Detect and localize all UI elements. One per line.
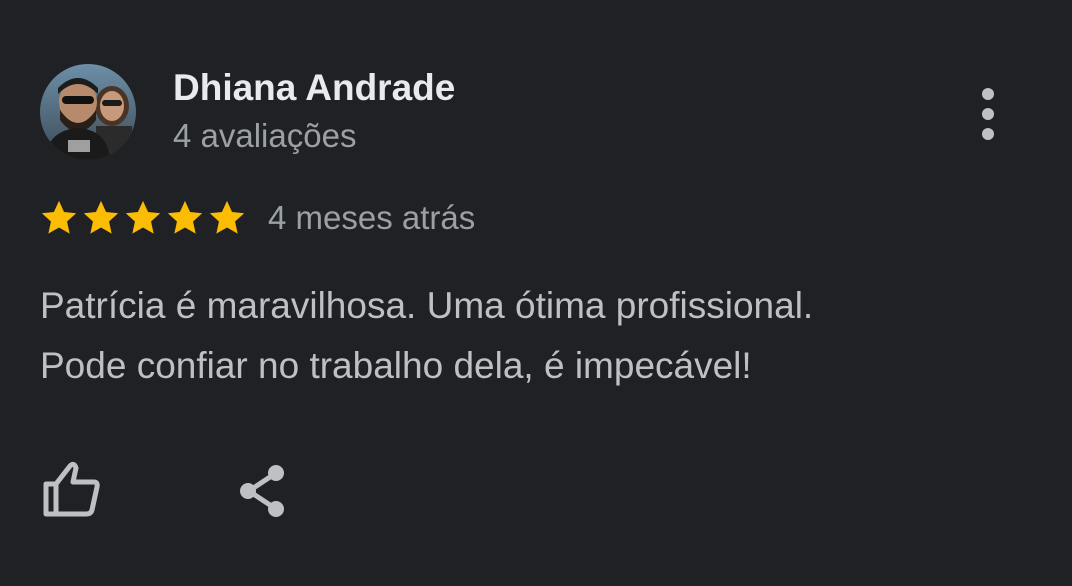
share-button[interactable]	[232, 460, 292, 522]
star-icon	[41, 200, 77, 234]
more-options-button[interactable]	[962, 84, 1014, 144]
author-review-count: 4 avaliações	[173, 117, 357, 154]
star-icon	[167, 200, 203, 234]
review-date: 4 meses atrás	[268, 199, 476, 236]
review-text: Patrícia é maravilhosa. Uma ótima profis…	[40, 285, 814, 386]
more-vert-icon-dot	[982, 88, 994, 100]
share-icon	[240, 465, 284, 517]
thumb-up-icon	[43, 461, 100, 517]
more-vert-icon-dot	[982, 128, 994, 140]
avatar-photo-icon	[40, 64, 136, 160]
review-card: Dhiana Andrade 4 avaliações 4 meses atrá…	[0, 0, 1072, 586]
author-avatar[interactable]	[40, 64, 136, 160]
star-icon	[83, 200, 119, 234]
more-vert-icon-dot	[982, 108, 994, 120]
like-button[interactable]	[38, 458, 104, 520]
star-icon	[209, 200, 245, 234]
star-icon	[125, 200, 161, 234]
author-name[interactable]: Dhiana Andrade	[173, 64, 455, 112]
star-rating	[38, 197, 248, 239]
